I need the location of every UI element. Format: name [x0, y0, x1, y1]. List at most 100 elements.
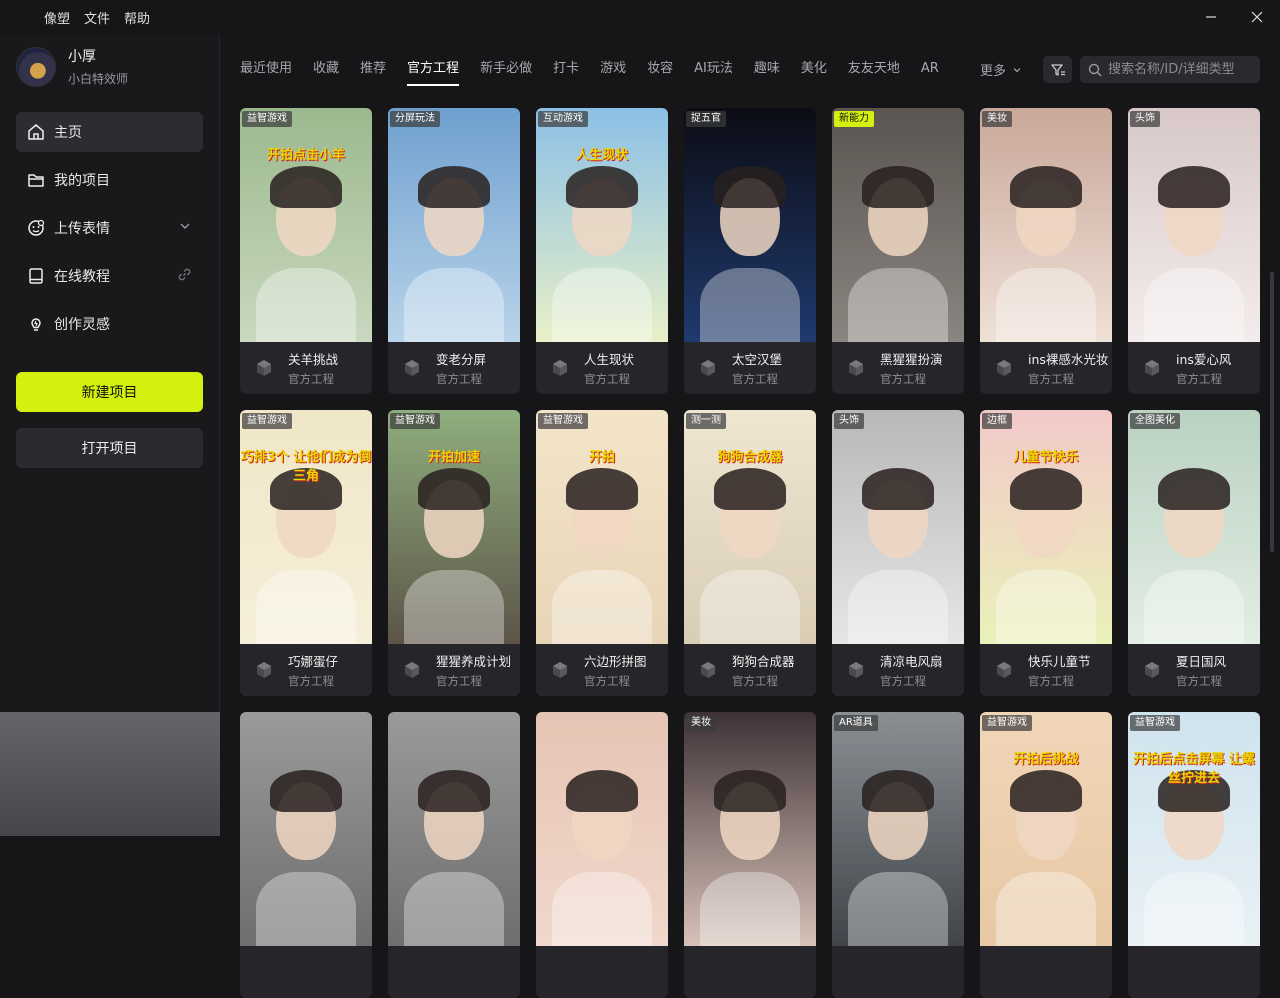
- card-thumbnail: 全图美化: [1128, 410, 1260, 644]
- tab-recent[interactable]: 最近使用: [240, 58, 292, 84]
- scrollbar[interactable]: [1270, 272, 1274, 552]
- thumbnail-hair: [566, 166, 638, 208]
- cube-icon: [701, 662, 715, 678]
- sidebar-item-tutorials[interactable]: 在线教程: [16, 256, 203, 296]
- tab-games[interactable]: 游戏: [600, 58, 626, 84]
- avatar[interactable]: [16, 46, 56, 87]
- tab-beautify[interactable]: 美化: [801, 58, 827, 84]
- chevron-down-icon[interactable]: [179, 220, 191, 236]
- tab-official[interactable]: 官方工程: [407, 58, 460, 86]
- project-card[interactable]: 捉五官 太空汉堡 官方工程: [684, 108, 816, 394]
- card-thumbnail: 益智游戏 开拍后点击屏幕 让螺丝拧进去: [1128, 712, 1260, 946]
- thumbnail-caption: 开拍后挑战: [1013, 752, 1079, 767]
- tab-ar[interactable]: AR: [921, 58, 939, 84]
- thumbnail-body: [848, 268, 948, 342]
- project-card[interactable]: 益智游戏 巧排3个 让他们成为倒三角 巧娜蛋仔 官方工程: [240, 410, 372, 696]
- tab-checkin[interactable]: 打卡: [553, 58, 579, 84]
- project-card[interactable]: 全图美化 夏日国风 官方工程: [1128, 410, 1260, 696]
- cube-icon: [701, 360, 715, 376]
- project-card[interactable]: 益智游戏 开拍 六边形拼图 官方工程: [536, 410, 668, 696]
- close-button[interactable]: [1234, 0, 1280, 34]
- sidebar-item-my-projects[interactable]: 我的项目: [16, 160, 203, 200]
- card-info: 太空汉堡 官方工程: [684, 342, 816, 394]
- card-title: 关羊挑战: [288, 352, 339, 367]
- project-card[interactable]: 边框 儿童节快乐 快乐儿童节 官方工程: [980, 410, 1112, 696]
- chevron-down-icon: [1013, 67, 1021, 72]
- card-thumbnail: 互动游戏 人生现状: [536, 108, 668, 342]
- blurred-thumbnail: [0, 712, 220, 836]
- card-title: ins爱心风: [1176, 352, 1232, 367]
- menu-app[interactable]: 像塑: [38, 8, 76, 27]
- project-card[interactable]: 美妆 ins裸感水光妆 官方工程: [980, 108, 1112, 394]
- window-controls: [1188, 0, 1280, 34]
- tab-beginner[interactable]: 新手必做: [480, 58, 532, 84]
- search-input[interactable]: [1108, 62, 1253, 77]
- card-subtitle: 官方工程: [436, 372, 482, 386]
- project-card[interactable]: AR道具: [832, 712, 964, 998]
- category-badge: 益智游戏: [242, 111, 292, 127]
- tab-makeup[interactable]: 妆容: [647, 58, 673, 84]
- filter-button[interactable]: [1043, 56, 1072, 83]
- thumbnail-body: [700, 570, 800, 644]
- project-card[interactable]: 新能力 黑猩猩扮演 官方工程: [832, 108, 964, 394]
- project-card[interactable]: 益智游戏开拍后挑战: [980, 712, 1112, 998]
- minimize-button[interactable]: [1188, 0, 1234, 34]
- card-info: 夏日国风 官方工程: [1128, 644, 1260, 696]
- minimize-icon: [1206, 16, 1216, 18]
- card-subtitle: 官方工程: [288, 372, 334, 386]
- project-card[interactable]: 益智游戏 开拍后点击屏幕 让螺丝拧进去: [1128, 712, 1260, 998]
- project-card[interactable]: [388, 712, 520, 998]
- thumbnail-body: [848, 872, 948, 946]
- project-card[interactable]: [240, 712, 372, 998]
- project-card[interactable]: 头饰 清凉电风扇 官方工程: [832, 410, 964, 696]
- thumbnail-body: [1144, 872, 1244, 946]
- thumbnail-body: [700, 268, 800, 342]
- folder-icon: [26, 170, 46, 190]
- open-project-button[interactable]: 打开项目: [16, 428, 203, 468]
- thumbnail-body: [700, 872, 800, 946]
- category-badge: 头饰: [1130, 111, 1160, 127]
- card-subtitle: 官方工程: [732, 674, 778, 688]
- sidebar-item-home[interactable]: 主页: [16, 112, 203, 152]
- sidebar-item-label: 在线教程: [54, 269, 110, 285]
- sidebar-item-label: 创作灵感: [54, 317, 110, 333]
- menu-help[interactable]: 帮助: [118, 8, 156, 27]
- card-thumbnail: 头饰: [1128, 108, 1260, 342]
- user-profile[interactable]: 小厚 小白特效师: [16, 46, 128, 87]
- thumbnail-body: [552, 872, 652, 946]
- thumbnail-caption: 人生现状: [575, 148, 628, 163]
- project-card[interactable]: [536, 712, 668, 998]
- thumbnail-body: [404, 570, 504, 644]
- project-card[interactable]: 益智游戏 开拍加速 猩猩养成计划 官方工程: [388, 410, 520, 696]
- search-box[interactable]: [1080, 56, 1260, 83]
- project-card[interactable]: 互动游戏 人生现状 人生现状 官方工程: [536, 108, 668, 394]
- cube-icon: [849, 662, 863, 678]
- cube-icon: [257, 662, 271, 678]
- project-card[interactable]: 美妆: [684, 712, 816, 998]
- project-card[interactable]: 头饰 ins爱心风 官方工程: [1128, 108, 1260, 394]
- more-dropdown[interactable]: 更多: [980, 60, 1022, 79]
- category-badge: 益智游戏: [242, 413, 292, 429]
- thumbnail-body: [996, 570, 1096, 644]
- project-card[interactable]: 测一测 狗狗合成器 狗狗合成器 官方工程: [684, 410, 816, 696]
- tab-fun[interactable]: 趣味: [754, 58, 780, 84]
- more-label: 更多: [980, 64, 1007, 79]
- card-thumbnail: 益智游戏 开拍加速: [388, 410, 520, 644]
- tab-favorites[interactable]: 收藏: [313, 58, 339, 84]
- card-title: 巧娜蛋仔: [288, 654, 339, 669]
- category-badge: AR道具: [834, 715, 878, 731]
- home-icon: [26, 122, 46, 142]
- tab-recommended[interactable]: 推荐: [360, 58, 386, 84]
- tab-friends[interactable]: 友友天地: [848, 58, 900, 84]
- menu-file[interactable]: 文件: [78, 8, 116, 27]
- tab-ai[interactable]: AI玩法: [694, 58, 733, 84]
- category-badge: 益智游戏: [982, 715, 1032, 731]
- project-card[interactable]: 益智游戏 开拍点击小羊 关羊挑战 官方工程: [240, 108, 372, 394]
- sidebar-item-upload-emoji[interactable]: 上传表情: [16, 208, 203, 248]
- menu-bar: 像塑 文件 帮助: [38, 8, 156, 27]
- project-card[interactable]: 分屏玩法 变老分屏 官方工程: [388, 108, 520, 394]
- sidebar-item-inspiration[interactable]: 创作灵感: [16, 304, 203, 344]
- card-info: 变老分屏 官方工程: [388, 342, 520, 394]
- new-project-button[interactable]: 新建项目: [16, 372, 203, 412]
- book-icon: [26, 266, 46, 286]
